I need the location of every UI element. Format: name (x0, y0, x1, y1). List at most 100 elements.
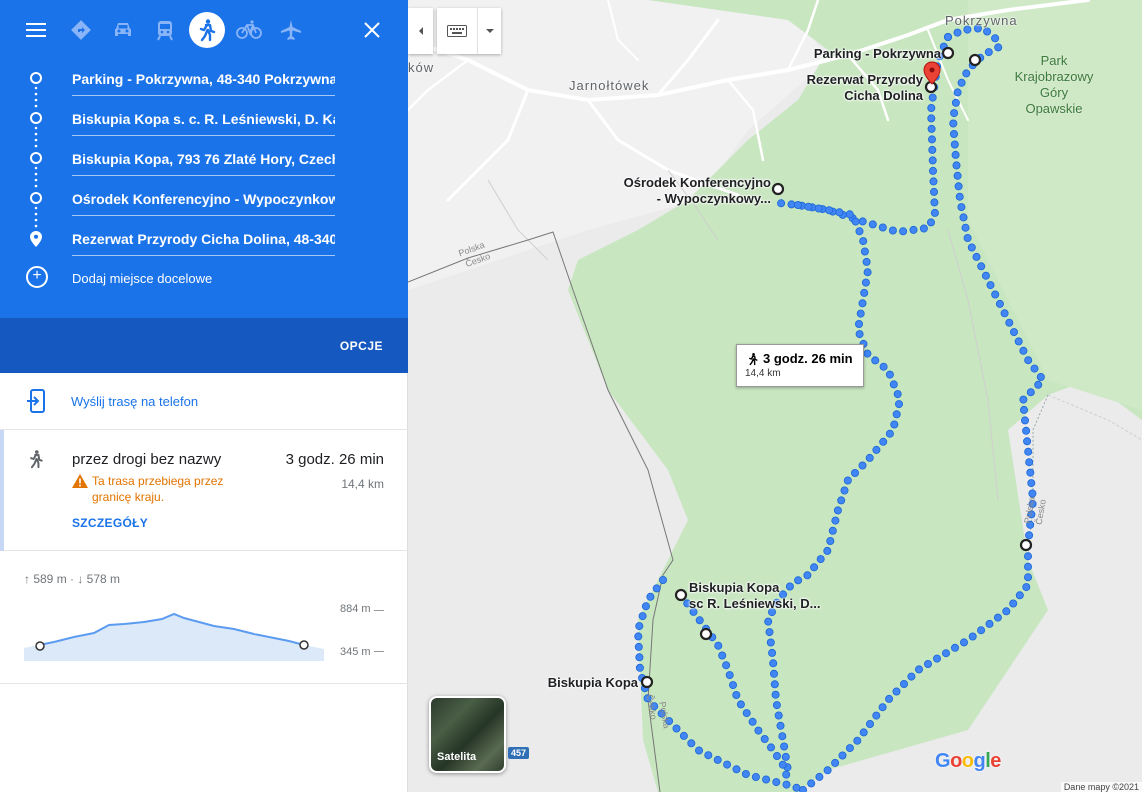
route-dot (962, 69, 971, 78)
route-dot (782, 780, 791, 789)
route-dot (754, 726, 763, 735)
route-dot (959, 213, 968, 222)
route-dot (865, 720, 874, 729)
route-dot (872, 445, 881, 454)
input-tools-button[interactable] (437, 8, 501, 54)
route-dot (991, 34, 1000, 43)
route-dot (927, 104, 936, 113)
route-dot (843, 476, 852, 485)
directions-diamond-icon[interactable] (63, 12, 99, 48)
route-dot (1019, 395, 1028, 404)
route-dot (766, 638, 775, 647)
add-destination-plus-icon[interactable]: + (26, 266, 48, 288)
route-dot (957, 203, 966, 212)
waypoint-input[interactable]: Biskupia Kopa s. c. R. Leśniewski, D. Ka (72, 108, 335, 136)
waypoint-input[interactable]: Rezerwat Przyrody Cicha Dolina, 48-340 (72, 228, 335, 256)
route-dot (679, 731, 688, 740)
waypoint-marker-biskupia-sc[interactable] (674, 588, 688, 602)
waypoint-marker-upper[interactable] (968, 53, 982, 67)
car-icon[interactable] (105, 12, 141, 48)
route-dot (658, 576, 667, 585)
route-dot (872, 711, 881, 720)
route-dot (736, 700, 745, 709)
waypoint-connector-dots (34, 86, 38, 228)
route-dot (810, 563, 819, 572)
route-dot (888, 226, 897, 235)
route-dot (772, 778, 781, 787)
waypoint-marker-middle[interactable] (699, 627, 713, 641)
route-dot (983, 27, 992, 36)
label-biskupia-sc-line2[interactable]: sc R. Leśniewski, D... (689, 596, 821, 612)
route-duration-callout[interactable]: 3 godz. 26 min 14,4 km (736, 344, 864, 387)
route-dot (778, 732, 787, 741)
airplane-icon[interactable] (273, 12, 309, 48)
elevation-start-marker (35, 641, 45, 651)
label-biskupia-sc-line1[interactable]: Biskupia Kopa (689, 580, 779, 596)
label-osrodek-line1[interactable]: Ośrodek Konferencyjno (608, 175, 771, 191)
route-dot (807, 779, 816, 788)
park-label-line3: Góry (1039, 85, 1069, 100)
waypoint-marker-east[interactable] (1019, 538, 1033, 552)
route-dot (687, 739, 696, 748)
label-osrodek-line2[interactable]: - Wypoczynkowy... (608, 191, 771, 207)
elevation-end-marker (299, 640, 309, 650)
close-icon[interactable] (354, 12, 390, 48)
route-dot (929, 177, 938, 186)
route-dot (878, 703, 887, 712)
route-dot (994, 43, 1003, 52)
options-button[interactable]: OPCJE (340, 339, 383, 353)
map-layer (408, 0, 1142, 792)
route-dot (718, 651, 727, 660)
route-dot (814, 204, 823, 213)
map-data-attribution[interactable]: Dane mapy ©2021 (1060, 782, 1142, 792)
route-dot (953, 88, 962, 97)
train-icon[interactable] (147, 12, 183, 48)
waypoint-input[interactable]: Ośrodek Konferencyjno - Wypoczynkowy (72, 188, 335, 216)
route-dot (771, 690, 780, 699)
route-dot (984, 48, 993, 57)
waypoint-input[interactable]: Biskupia Kopa, 793 76 Zlaté Hory, Czech (72, 148, 335, 176)
waypoint-input[interactable]: Parking - Pokrzywna, 48-340 Pokrzywna (72, 68, 335, 96)
route-dot (861, 278, 870, 287)
waypoint-marker-biskupia-kopa[interactable] (640, 675, 654, 689)
route-dot (793, 200, 802, 209)
route-dot (1014, 337, 1023, 346)
waypoint-marker-parking[interactable] (941, 46, 955, 60)
send-to-phone-row[interactable]: Wyślij trasę na telefon (0, 373, 408, 430)
label-parking[interactable]: Parking - Pokrzywna (803, 46, 941, 62)
elevation-min-label: 345 m (340, 646, 371, 658)
hamburger-menu-icon[interactable] (18, 12, 54, 48)
route-dot (860, 288, 869, 297)
route-dot (879, 437, 888, 446)
route-dot (777, 199, 786, 208)
bicycle-icon[interactable] (231, 12, 267, 48)
route-dot (845, 210, 854, 219)
label-rezerwat-line2[interactable]: Cicha Dolina (783, 88, 923, 104)
route-option-card[interactable]: przez drogi bez nazwy 3 godz. 26 min 14,… (0, 430, 408, 551)
route-dot (770, 680, 779, 689)
chevron-down-icon[interactable] (477, 8, 501, 54)
send-to-phone-icon (27, 389, 45, 413)
map-canvas[interactable]: Pokrzywna Jarnołtówek ków Parking - Pokr… (408, 0, 1142, 792)
collapse-panel-button[interactable] (408, 8, 433, 54)
route-dot (858, 299, 867, 308)
route-dot (1021, 416, 1030, 425)
route-dot (772, 752, 781, 761)
label-rezerwat-line1[interactable]: Rezerwat Przyrody (783, 72, 923, 88)
route-dot (850, 468, 859, 477)
route-dot (868, 220, 877, 229)
route-dot (930, 198, 939, 207)
route-dot (741, 770, 750, 779)
add-destination-button[interactable]: Dodaj miejsce docelowe (72, 271, 212, 286)
waypoint-row-1: Parking - Pokrzywna, 48-340 Pokrzywna (0, 58, 408, 98)
walking-person-icon[interactable] (189, 12, 225, 48)
details-link[interactable]: SZCZEGÓŁY (72, 516, 148, 530)
route-dot (748, 717, 757, 726)
route-dot (885, 694, 894, 703)
label-biskupia-kopa[interactable]: Biskupia Kopa (518, 675, 638, 691)
route-warning-text: Ta trasa przebiega przez granicę kraju. (92, 474, 224, 504)
satellite-layer-button[interactable]: Satelita (429, 696, 506, 773)
waypoint-marker-osrodek[interactable] (771, 182, 785, 196)
route-via: przez drogi bez nazwy (72, 451, 222, 468)
route-dot (1010, 328, 1019, 337)
